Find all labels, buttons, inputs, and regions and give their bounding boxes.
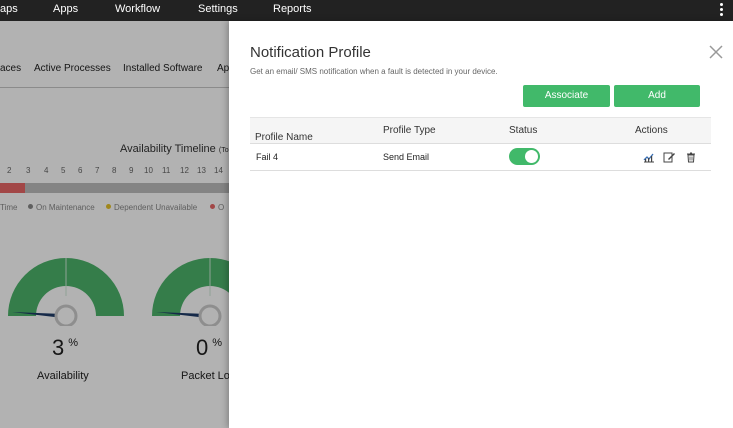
notification-profile-panel: Notification Profile Get an email/ SMS n… bbox=[229, 21, 733, 428]
toggle-knob bbox=[525, 150, 538, 163]
nav-item-apps[interactable]: Apps bbox=[53, 3, 78, 15]
header-status: Status bbox=[509, 125, 538, 136]
more-options-icon[interactable] bbox=[720, 2, 724, 18]
table-header: Profile Name ↑ Profile Type Status Action… bbox=[250, 117, 711, 144]
status-toggle[interactable] bbox=[509, 148, 540, 165]
profiles-table: Profile Name ↑ Profile Type Status Action… bbox=[250, 117, 711, 171]
sort-icon[interactable]: ↑ bbox=[258, 132, 262, 139]
edit-icon[interactable] bbox=[663, 151, 675, 163]
panel-title: Notification Profile bbox=[250, 44, 371, 61]
cell-profile-type: Send Email bbox=[383, 152, 430, 162]
close-icon[interactable] bbox=[707, 43, 725, 61]
nav-item-workflow[interactable]: Workflow bbox=[115, 3, 160, 15]
header-actions: Actions bbox=[635, 125, 668, 136]
associate-button[interactable]: Associate bbox=[523, 85, 610, 107]
nav-item-reports[interactable]: Reports bbox=[273, 3, 312, 15]
add-button[interactable]: Add bbox=[614, 85, 700, 107]
table-row: Fail 4 Send Email bbox=[250, 144, 711, 171]
nav-item-maps[interactable]: aps bbox=[0, 3, 18, 15]
header-profile-type: Profile Type bbox=[383, 125, 436, 136]
top-nav-bar: aps Apps Workflow Settings Reports bbox=[0, 0, 733, 21]
report-chart-icon[interactable] bbox=[643, 151, 655, 163]
cell-profile-name: Fail 4 bbox=[256, 152, 279, 162]
panel-subtitle: Get an email/ SMS notification when a fa… bbox=[250, 67, 498, 76]
delete-icon[interactable] bbox=[685, 151, 697, 163]
nav-item-settings[interactable]: Settings bbox=[198, 3, 238, 15]
